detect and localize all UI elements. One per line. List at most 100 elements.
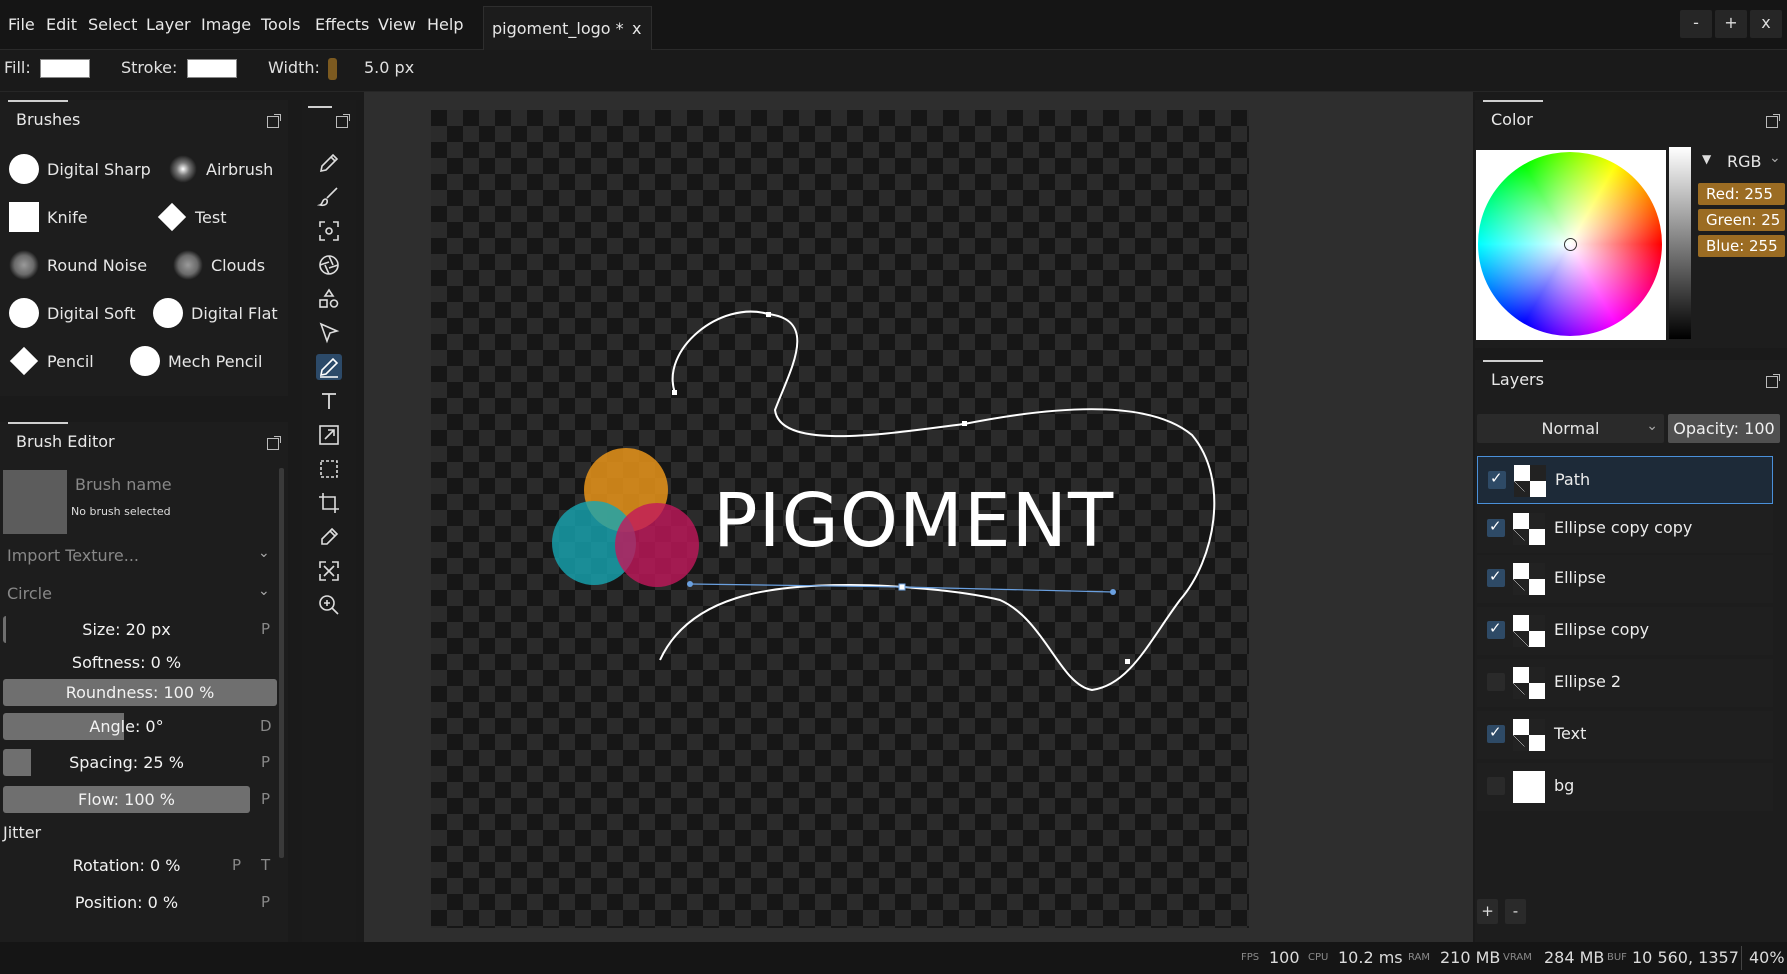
rotation-jitter-slider[interactable]: Rotation: 0 % [3,852,250,879]
texture-select[interactable]: Import Texture... ⌄ [0,542,278,570]
layer-ellipse-copy-copy[interactable]: Ellipse copy copy [1477,505,1773,553]
blue-channel[interactable]: Blue: 255 [1698,235,1785,257]
shapes-icon[interactable] [316,286,342,312]
zoom-icon[interactable] [316,592,342,618]
undock-icon[interactable] [336,114,350,128]
layer-text[interactable]: Text [1477,711,1773,759]
rect-select-icon[interactable] [316,456,342,482]
blend-mode-select[interactable]: Normal ⌄ [1477,414,1664,443]
ram-key: RAM [1408,952,1431,963]
rotation-pressure-toggle[interactable]: P [232,856,241,874]
menu-effects[interactable]: Effects [315,0,369,50]
scrollbar[interactable] [279,468,284,858]
fill-color-swatch[interactable] [40,59,90,78]
blend-mode-value: Normal [1541,419,1600,438]
undock-icon[interactable] [267,114,281,128]
red-channel[interactable]: Red: 255 [1698,183,1785,205]
brush-digital-flat[interactable]: Digital Flat [153,296,278,330]
document-tab[interactable]: pigoment_logo * x [483,6,652,50]
path-select-icon[interactable] [316,320,342,346]
magic-select-icon[interactable] [316,218,342,244]
position-jitter-slider[interactable]: Position: 0 % [3,889,250,916]
undock-icon[interactable] [1766,374,1780,388]
brush-circle-icon [130,346,160,376]
size-slider[interactable]: Size: 20 px [3,616,250,643]
layer-visibility-checkbox[interactable] [1487,723,1505,743]
menu-edit[interactable]: Edit [46,0,77,50]
menubar: File Edit Select Layer Image Tools Effec… [0,0,1787,50]
menu-help[interactable]: Help [427,0,463,50]
mode-dropdown-arrow-icon[interactable]: ▼ [1702,152,1711,166]
text-icon[interactable] [316,388,342,414]
layer-ellipse-2[interactable]: Ellipse 2 [1477,659,1773,707]
minimize-button[interactable]: - [1680,10,1712,38]
flow-pressure-toggle[interactable]: P [261,790,270,808]
brush-label: Digital Sharp [47,159,151,179]
brush-mech-pencil[interactable]: Mech Pencil [130,344,262,378]
roundness-slider[interactable]: Roundness: 100 % [3,679,277,706]
menu-view[interactable]: View [378,0,416,50]
softness-slider[interactable]: Softness: 0 % [3,649,250,676]
spacing-pressure-toggle[interactable]: P [261,753,270,771]
angle-slider[interactable]: Angle: 0° [3,713,250,740]
zoom-level[interactable]: 40% [1749,942,1785,974]
maximize-button[interactable]: + [1715,10,1747,38]
layer-visibility-checkbox[interactable] [1488,469,1506,489]
brush-name-input[interactable]: Brush name [75,475,172,494]
position-pressure-toggle[interactable]: P [261,893,270,911]
brush-digital-sharp[interactable]: Digital Sharp [9,152,151,186]
layer-visibility-checkbox[interactable] [1487,619,1505,639]
brush-round-noise[interactable]: Round Noise [9,248,147,282]
layer-visibility-checkbox[interactable] [1487,673,1505,691]
tab-close-button[interactable]: x [632,7,641,51]
brush-clouds[interactable]: Clouds [173,248,265,282]
shape-select[interactable]: Circle ⌄ [0,580,278,608]
brush-digital-soft[interactable]: Digital Soft [9,296,136,330]
width-slider[interactable] [328,58,337,80]
crop-icon[interactable] [316,490,342,516]
color-title: Color [1491,110,1533,129]
brush-knife[interactable]: Knife [9,200,88,234]
layer-visibility-checkbox[interactable] [1487,517,1505,537]
color-wheel[interactable] [1478,152,1662,336]
menu-layer[interactable]: Layer [146,0,191,50]
menu-file[interactable]: File [8,0,35,50]
color-mode-select[interactable]: RGB [1727,152,1762,171]
value-slider[interactable] [1669,147,1691,339]
transform-icon[interactable] [316,422,342,448]
menu-select[interactable]: Select [88,0,137,50]
menu-tools[interactable]: Tools [261,0,300,50]
layer-visibility-checkbox[interactable] [1487,777,1505,795]
color-picker-handle[interactable] [1564,238,1577,251]
layer-ellipse[interactable]: Ellipse [1477,555,1773,603]
close-window-button[interactable]: x [1750,10,1782,38]
layer-ellipse-copy[interactable]: Ellipse copy [1477,607,1773,655]
brush-test[interactable]: Test [157,200,227,234]
brush-icon[interactable] [316,184,342,210]
rotation-tilt-toggle[interactable]: T [261,856,270,874]
fit-view-icon[interactable] [316,558,342,584]
layer-bg[interactable]: bg [1477,763,1773,811]
angle-direction-toggle[interactable]: D [260,717,272,735]
layer-path[interactable]: Path [1477,456,1773,504]
undock-icon[interactable] [267,436,281,450]
shutter-icon[interactable] [316,252,342,278]
brush-airbrush[interactable]: Airbrush [168,152,273,186]
eyedropper-icon[interactable] [316,524,342,550]
opacity-slider[interactable]: Opacity: 100 [1668,414,1780,443]
remove-layer-button[interactable]: - [1505,899,1526,924]
green-channel[interactable]: Green: 25 [1698,209,1785,231]
flow-slider[interactable]: Flow: 100 % [3,786,250,813]
menu-image[interactable]: Image [201,0,251,50]
brush-pencil[interactable]: Pencil [9,344,94,378]
layer-visibility-checkbox[interactable] [1487,567,1505,587]
pen-icon[interactable] [316,354,342,380]
undock-icon[interactable] [1766,114,1780,128]
stroke-color-swatch[interactable] [187,59,237,78]
brush-label: Round Noise [47,255,148,275]
size-pressure-toggle[interactable]: P [261,620,270,638]
spacing-slider[interactable]: Spacing: 25 % [3,749,250,776]
add-layer-button[interactable]: + [1477,899,1498,924]
pencil-icon[interactable] [316,150,342,176]
brush-circle-icon [153,298,183,328]
